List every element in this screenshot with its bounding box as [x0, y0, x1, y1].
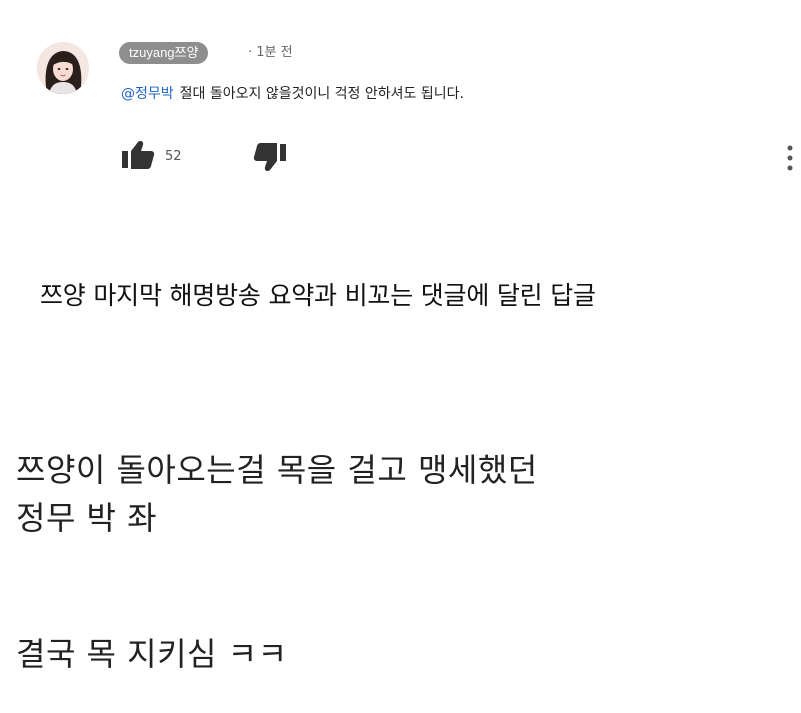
body-line-3: 결국 목 지키심 ㅋㅋ	[16, 635, 288, 673]
author-name-chip[interactable]: tzuyang쯔양	[119, 42, 209, 64]
comment-content: 절대 돌아오지 않을것이니 걱정 안하셔도 됩니다.	[179, 86, 464, 102]
youtube-comment: tzuyang쯔양 · 1분 전 @정무박 절대 돌아오지 않을것이니 걱정 안하…	[0, 0, 801, 200]
comment-text: @정무박 절대 돌아오지 않을것이니 걱정 안하셔도 됩니다.	[121, 84, 464, 104]
thumbs-up-icon[interactable]	[121, 140, 155, 170]
avatar[interactable]	[37, 42, 89, 94]
body-line-2: 정무 박 좌	[16, 499, 158, 537]
mention-link[interactable]: @정무박	[121, 86, 174, 102]
thumbs-down-icon[interactable]	[253, 143, 287, 173]
more-vert-icon[interactable]	[778, 143, 801, 173]
comment-timestamp: · 1분 전	[248, 45, 293, 60]
post-headline: 쯔양 마지막 해명방송 요약과 비꼬는 댓글에 달린 답글	[40, 281, 596, 310]
like-count: 52	[165, 149, 182, 164]
body-line-1: 쯔양이 돌아오는걸 목을 걸고 맹세했던	[16, 451, 538, 489]
